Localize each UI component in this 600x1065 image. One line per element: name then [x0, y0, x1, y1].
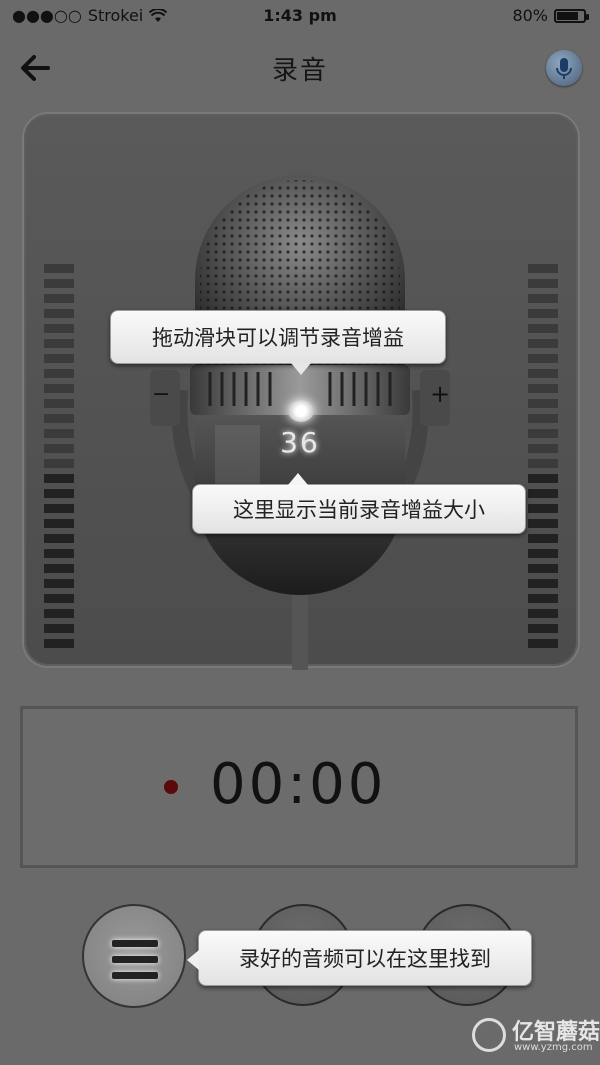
- page-title: 录音: [271, 56, 328, 86]
- meter-segment: [528, 294, 558, 303]
- meter-segment: [44, 519, 74, 528]
- meter-segment: [528, 474, 558, 483]
- meter-segment: [528, 339, 558, 348]
- gain-slider-handle[interactable]: [288, 400, 314, 422]
- meter-segment: [44, 339, 74, 348]
- meter-segment: [44, 594, 74, 603]
- watermark-logo-icon: [472, 1018, 506, 1052]
- meter-segment: [528, 324, 558, 333]
- menu-icon: [84, 906, 184, 1006]
- battery-fill: [557, 11, 578, 20]
- meter-segment: [44, 489, 74, 498]
- gain-value: 36: [280, 426, 320, 459]
- meter-segment: [528, 264, 558, 273]
- battery-percent: 80%: [512, 6, 548, 25]
- tooltip-find-audio: 录好的音频可以在这里找到: [187, 930, 532, 986]
- tooltip-text: 这里显示当前录音增益大小: [233, 498, 485, 522]
- record-indicator: [164, 780, 178, 794]
- meter-segment: [44, 429, 74, 438]
- meter-segment: [44, 399, 74, 408]
- meter-segment: [528, 639, 558, 648]
- meter-segment: [44, 504, 74, 513]
- meter-segment: [44, 564, 74, 573]
- meter-segment: [44, 279, 74, 288]
- meter-segment: [528, 564, 558, 573]
- meter-segment: [528, 414, 558, 423]
- watermark-url: www.yzmg.com: [514, 1042, 593, 1053]
- meter-segment: [528, 549, 558, 558]
- minus-label: −: [152, 382, 171, 407]
- meter-segment: [528, 609, 558, 618]
- tooltip-drag-slider: 拖动滑块可以调节录音增益: [110, 310, 446, 375]
- meter-segment: [44, 579, 74, 588]
- microphone-button[interactable]: [546, 50, 582, 86]
- battery-icon: [554, 8, 589, 23]
- meter-segment: [528, 399, 558, 408]
- meter-segment: [44, 534, 74, 543]
- meter-segment: [528, 384, 558, 393]
- recording-timer: 00:00: [210, 752, 387, 817]
- meter-segment: [44, 624, 74, 633]
- meter-segment: [528, 459, 558, 468]
- meter-segment: [44, 369, 74, 378]
- meter-segment: [528, 519, 558, 528]
- status-time: 1:43 pm: [263, 6, 337, 25]
- microphone-icon: [556, 58, 572, 79]
- meter-segment: [528, 369, 558, 378]
- tooltip-text: 录好的音频可以在这里找到: [239, 947, 491, 971]
- meter-segment: [528, 309, 558, 318]
- meter-segment: [44, 549, 74, 558]
- meter-segment: [528, 579, 558, 588]
- recordings-list-button[interactable]: [82, 904, 186, 1008]
- tooltip-gain-display: 这里显示当前录音增益大小: [192, 473, 526, 534]
- meter-segment: [44, 459, 74, 468]
- status-bar: ●●●○○ Strokei 1:43 pm 80%: [0, 0, 600, 34]
- meter-segment: [44, 639, 74, 648]
- level-meter-left: [44, 264, 74, 654]
- meter-segment: [44, 264, 74, 273]
- meter-segment: [528, 444, 558, 453]
- meter-segment: [528, 624, 558, 633]
- meter-segment: [528, 354, 558, 363]
- plus-label: +: [430, 380, 451, 408]
- meter-segment: [44, 384, 74, 393]
- battery-area: 80%: [512, 6, 589, 25]
- meter-segment: [528, 279, 558, 288]
- meter-segment: [44, 354, 74, 363]
- level-meter-right: [528, 264, 558, 654]
- meter-segment: [44, 444, 74, 453]
- meter-segment: [44, 414, 74, 423]
- meter-segment: [44, 474, 74, 483]
- meter-segment: [528, 504, 558, 513]
- meter-segment: [44, 609, 74, 618]
- meter-segment: [528, 429, 558, 438]
- meter-segment: [44, 309, 74, 318]
- meter-segment: [528, 489, 558, 498]
- meter-segment: [528, 594, 558, 603]
- meter-segment: [44, 324, 74, 333]
- tooltip-text: 拖动滑块可以调节录音增益: [152, 326, 404, 350]
- meter-segment: [44, 294, 74, 303]
- meter-segment: [528, 534, 558, 543]
